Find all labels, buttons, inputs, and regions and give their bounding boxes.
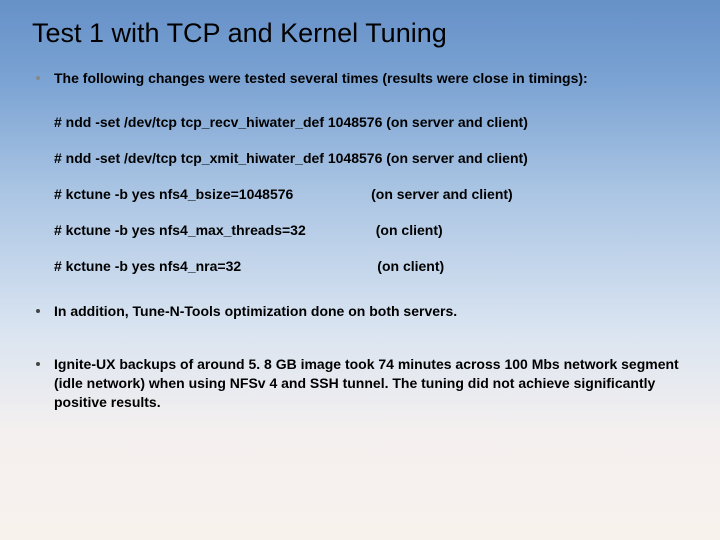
bullet-icon	[36, 362, 40, 366]
command-note: (on client)	[376, 222, 443, 238]
command-text: # kctune -b yes nfs4_bsize=1048576	[54, 186, 293, 202]
bullet-icon	[36, 76, 40, 80]
intro-text: The following changes were tested severa…	[54, 69, 690, 88]
result-bullet-row: Ignite-UX backups of around 5. 8 GB imag…	[30, 355, 690, 412]
command-line: # kctune -b yes nfs4_bsize=1048576 (on s…	[54, 186, 690, 202]
command-pad	[293, 186, 371, 202]
command-pad	[241, 258, 377, 274]
command-line: # kctune -b yes nfs4_max_threads=32 (on …	[54, 222, 690, 238]
command-text: # ndd -set /dev/tcp tcp_recv_hiwater_def…	[54, 114, 528, 130]
command-line: # kctune -b yes nfs4_nra=32 (on client)	[54, 258, 690, 274]
command-line: # ndd -set /dev/tcp tcp_xmit_hiwater_def…	[54, 150, 690, 166]
result-text: Ignite-UX backups of around 5. 8 GB imag…	[54, 355, 690, 412]
command-pad	[306, 222, 376, 238]
command-line: # ndd -set /dev/tcp tcp_recv_hiwater_def…	[54, 114, 690, 130]
command-block: # ndd -set /dev/tcp tcp_recv_hiwater_def…	[54, 114, 690, 274]
bullet-icon	[36, 309, 40, 313]
command-text: # ndd -set /dev/tcp tcp_xmit_hiwater_def…	[54, 150, 528, 166]
intro-bullet-row: The following changes were tested severa…	[30, 69, 690, 88]
command-text: # kctune -b yes nfs4_max_threads=32	[54, 222, 306, 238]
addition-text: In addition, Tune-N-Tools optimization d…	[54, 302, 690, 321]
addition-bullet-row: In addition, Tune-N-Tools optimization d…	[30, 302, 690, 321]
command-note: (on client)	[377, 258, 444, 274]
command-note: (on server and client)	[371, 186, 513, 202]
command-text: # kctune -b yes nfs4_nra=32	[54, 258, 241, 274]
slide-title: Test 1 with TCP and Kernel Tuning	[32, 18, 690, 49]
